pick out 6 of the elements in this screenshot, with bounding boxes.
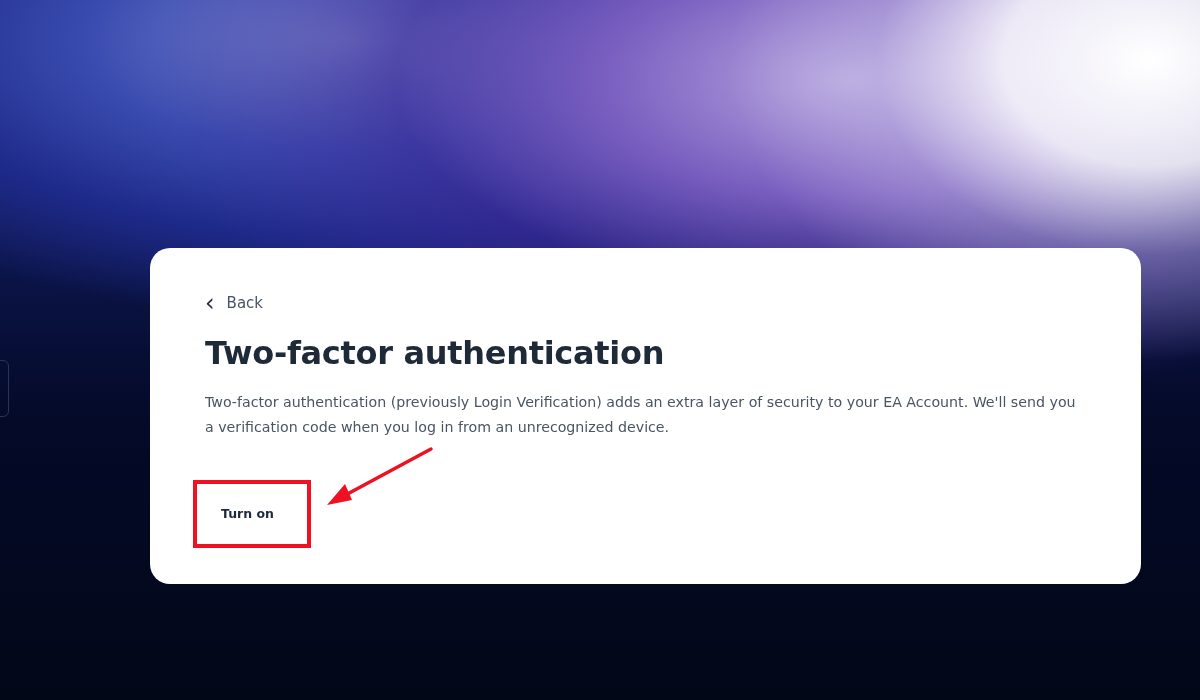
chevron-left-icon: ‹ <box>205 294 215 312</box>
back-link[interactable]: ‹ Back <box>205 294 264 312</box>
description-text: Two-factor authentication (previously Login Verification) adds an extra layer of security to your EA Account. We'll send you a verification code when you log in from an unrecognized device. <box>205 393 1077 437</box>
page-title: Two-factor authentication <box>205 334 665 372</box>
turn-on-button[interactable]: Turn on <box>205 492 290 535</box>
back-label: Back <box>226 294 264 312</box>
